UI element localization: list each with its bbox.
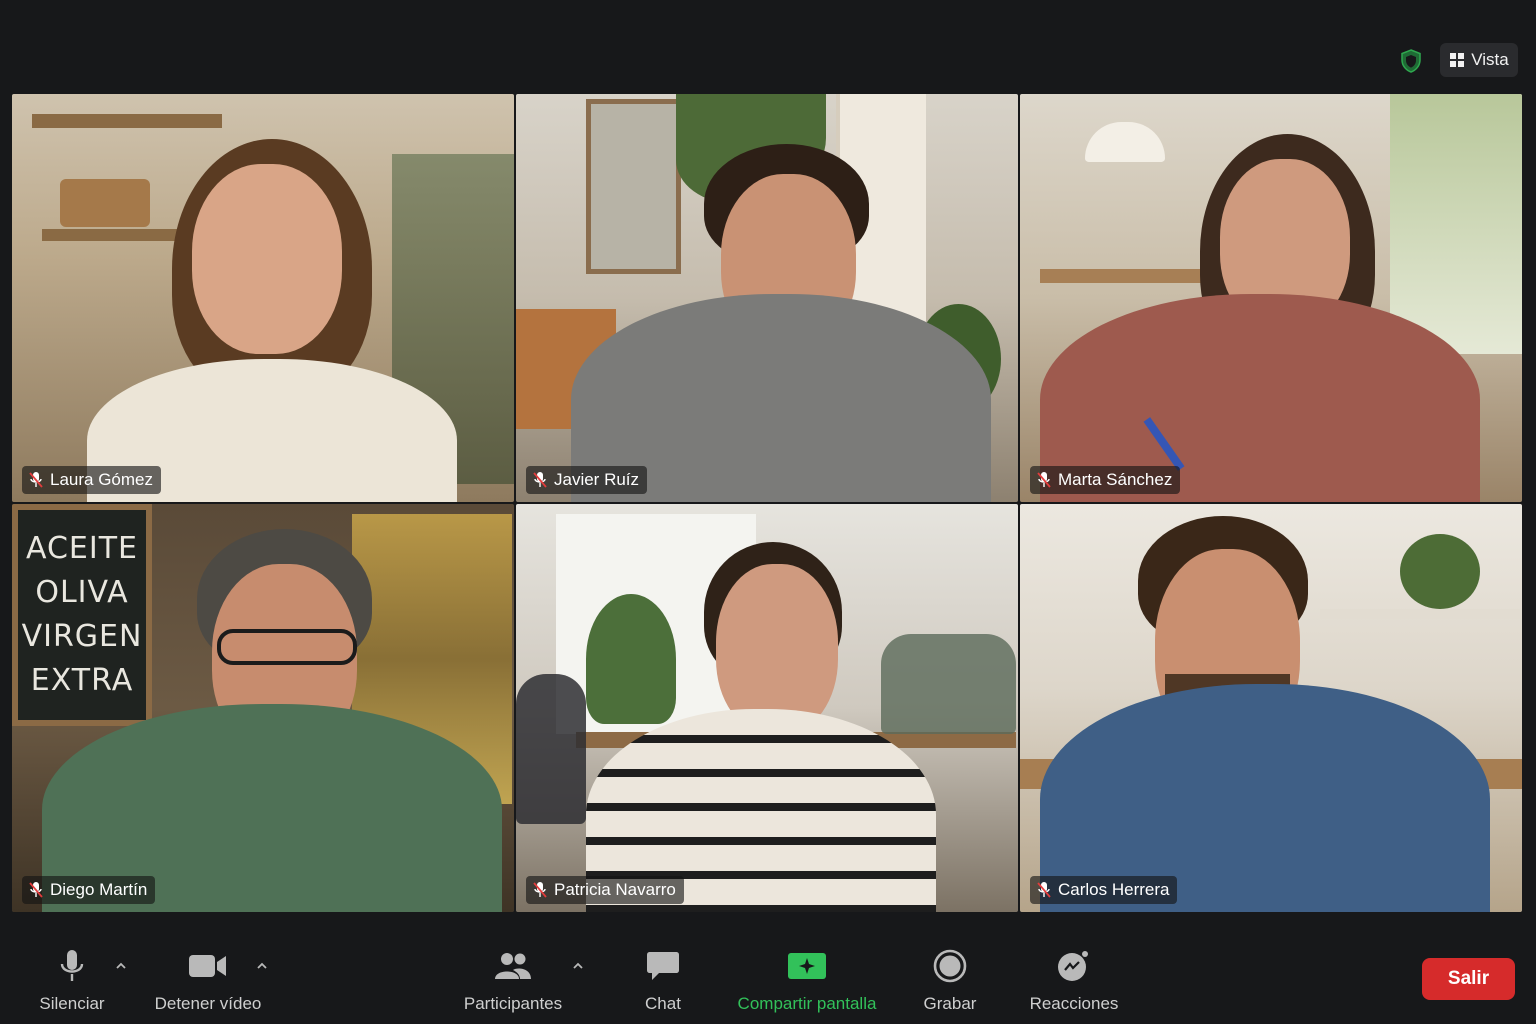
meeting-toolbar: Silenciar Detener vídeo Participantes Ch… — [0, 920, 1536, 1024]
muted-mic-icon — [533, 882, 547, 898]
stop-video-label: Detener vídeo — [154, 994, 262, 1013]
video-tile-laura[interactable]: Laura Gómez — [12, 94, 514, 502]
participant-name-tag: Patricia Navarro — [526, 876, 684, 904]
shield-icon[interactable] — [1400, 49, 1422, 73]
participant-name-tag: Marta Sánchez — [1030, 466, 1181, 494]
share-screen-label: Compartir pantalla — [737, 994, 877, 1013]
leave-label: Salir — [1447, 968, 1490, 989]
share-screen-button[interactable]: Compartir pantalla — [734, 948, 880, 1014]
participant-name-tag: Javier Ruíz — [526, 466, 648, 494]
participant-name-tag: Laura Gómez — [22, 466, 161, 494]
video-meeting-window: Vista Laura Gómez Javier Ruíz Marta Sánc… — [0, 0, 1536, 1024]
participants-label: Participantes — [463, 994, 563, 1013]
reactions-icon — [1058, 951, 1088, 981]
record-button[interactable]: Grabar — [920, 948, 980, 1014]
reactions-button[interactable]: Reacciones — [1028, 948, 1120, 1014]
view-button[interactable]: Vista — [1440, 43, 1518, 77]
participants-icon — [495, 953, 531, 979]
mute-button[interactable]: Silenciar — [38, 948, 106, 1014]
top-bar: Vista — [0, 0, 1536, 92]
chevron-up-icon[interactable] — [113, 958, 129, 974]
record-label: Grabar — [923, 994, 977, 1013]
muted-mic-icon — [1037, 882, 1051, 898]
video-camera-icon — [189, 955, 226, 977]
glasses — [217, 629, 357, 665]
chevron-up-icon[interactable] — [254, 958, 270, 974]
video-tile-carlos[interactable]: Carlos Herrera — [1020, 504, 1522, 912]
chevron-up-icon[interactable] — [570, 958, 586, 974]
reactions-label: Reacciones — [1029, 994, 1119, 1013]
participant-name-tag: Carlos Herrera — [1030, 876, 1178, 904]
grid-view-icon — [1450, 53, 1465, 67]
shelf — [42, 229, 192, 241]
participant-name: Marta Sánchez — [1058, 470, 1173, 489]
person-face — [192, 164, 342, 354]
background-people — [881, 634, 1016, 734]
chat-button[interactable]: Chat — [633, 948, 693, 1014]
table — [1040, 269, 1220, 283]
record-icon — [933, 949, 967, 983]
participant-name: Javier Ruíz — [554, 470, 640, 489]
chat-label: Chat — [645, 994, 681, 1013]
video-tile-marta[interactable]: Marta Sánchez — [1020, 94, 1522, 502]
framed-picture — [586, 99, 681, 274]
microphone-icon — [60, 950, 84, 981]
leave-meeting-button[interactable]: Salir — [1422, 958, 1515, 1000]
share-screen-icon — [788, 953, 826, 979]
muted-mic-icon — [533, 472, 547, 488]
muted-mic-icon — [1037, 472, 1051, 488]
kitchen-shelf — [1320, 609, 1520, 619]
video-tile-patricia[interactable]: Patricia Navarro — [516, 504, 1018, 912]
video-tile-diego[interactable]: ACEITE OLIVA VIRGEN EXTRA Diego Martín — [12, 504, 514, 912]
chat-bubble-icon — [647, 952, 679, 980]
background-people — [516, 674, 586, 824]
window — [1390, 94, 1522, 354]
chalkboard-text: ACEITE OLIVA VIRGEN EXTRA — [21, 531, 143, 698]
muted-mic-icon — [29, 472, 43, 488]
muted-mic-icon — [29, 882, 43, 898]
participant-name: Laura Gómez — [50, 470, 153, 489]
participant-name: Diego Martín — [50, 880, 148, 899]
participant-name: Patricia Navarro — [554, 880, 676, 899]
plant — [586, 594, 676, 724]
participants-button[interactable]: Participantes — [462, 948, 564, 1014]
plant — [1400, 534, 1480, 609]
view-button-label: Vista — [1471, 50, 1509, 69]
chalkboard: ACEITE OLIVA VIRGEN EXTRA — [12, 504, 152, 726]
stop-video-button[interactable]: Detener vídeo — [152, 948, 264, 1014]
mute-label: Silenciar — [39, 994, 105, 1013]
basket — [60, 179, 150, 227]
shelf — [32, 114, 222, 128]
participant-name: Carlos Herrera — [1058, 880, 1170, 899]
video-tile-javier[interactable]: Javier Ruíz — [516, 94, 1018, 502]
participant-name-tag: Diego Martín — [22, 876, 156, 904]
video-grid: Laura Gómez Javier Ruíz Marta Sánchez AC… — [12, 94, 1524, 914]
